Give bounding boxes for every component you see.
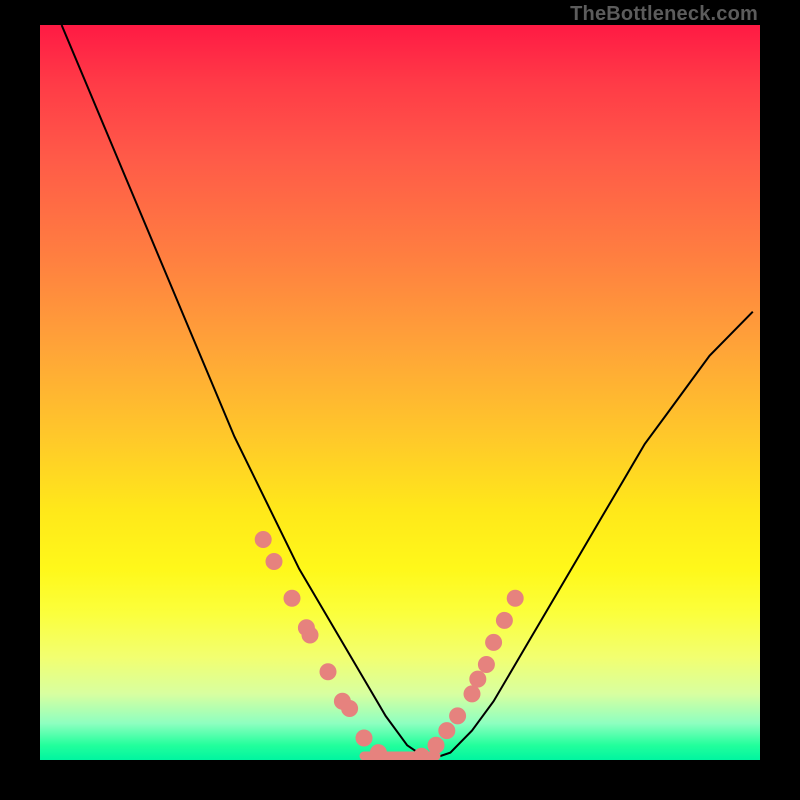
curve-marker bbox=[478, 657, 494, 673]
curve-marker bbox=[320, 664, 336, 680]
curve-marker bbox=[470, 671, 486, 687]
plot-area bbox=[40, 25, 760, 760]
curve-marker bbox=[450, 708, 466, 724]
curve-markers bbox=[255, 532, 523, 761]
curve-marker bbox=[284, 590, 300, 606]
bottleneck-curve bbox=[62, 25, 753, 760]
curve-marker bbox=[486, 634, 502, 650]
curve-marker bbox=[255, 532, 271, 548]
curve-marker bbox=[414, 748, 430, 760]
curve-marker bbox=[428, 737, 444, 753]
curve-marker bbox=[302, 627, 318, 643]
curve-marker bbox=[496, 612, 512, 628]
curve-marker bbox=[507, 590, 523, 606]
curve-marker bbox=[342, 701, 358, 717]
chart-frame: TheBottleneck.com bbox=[0, 0, 800, 800]
curve-marker bbox=[439, 723, 455, 739]
curve-marker bbox=[464, 686, 480, 702]
curve-marker bbox=[370, 745, 386, 760]
attribution-text: TheBottleneck.com bbox=[570, 3, 758, 26]
curve-marker bbox=[356, 730, 372, 746]
curve-marker bbox=[266, 554, 282, 570]
chart-svg bbox=[40, 25, 760, 760]
